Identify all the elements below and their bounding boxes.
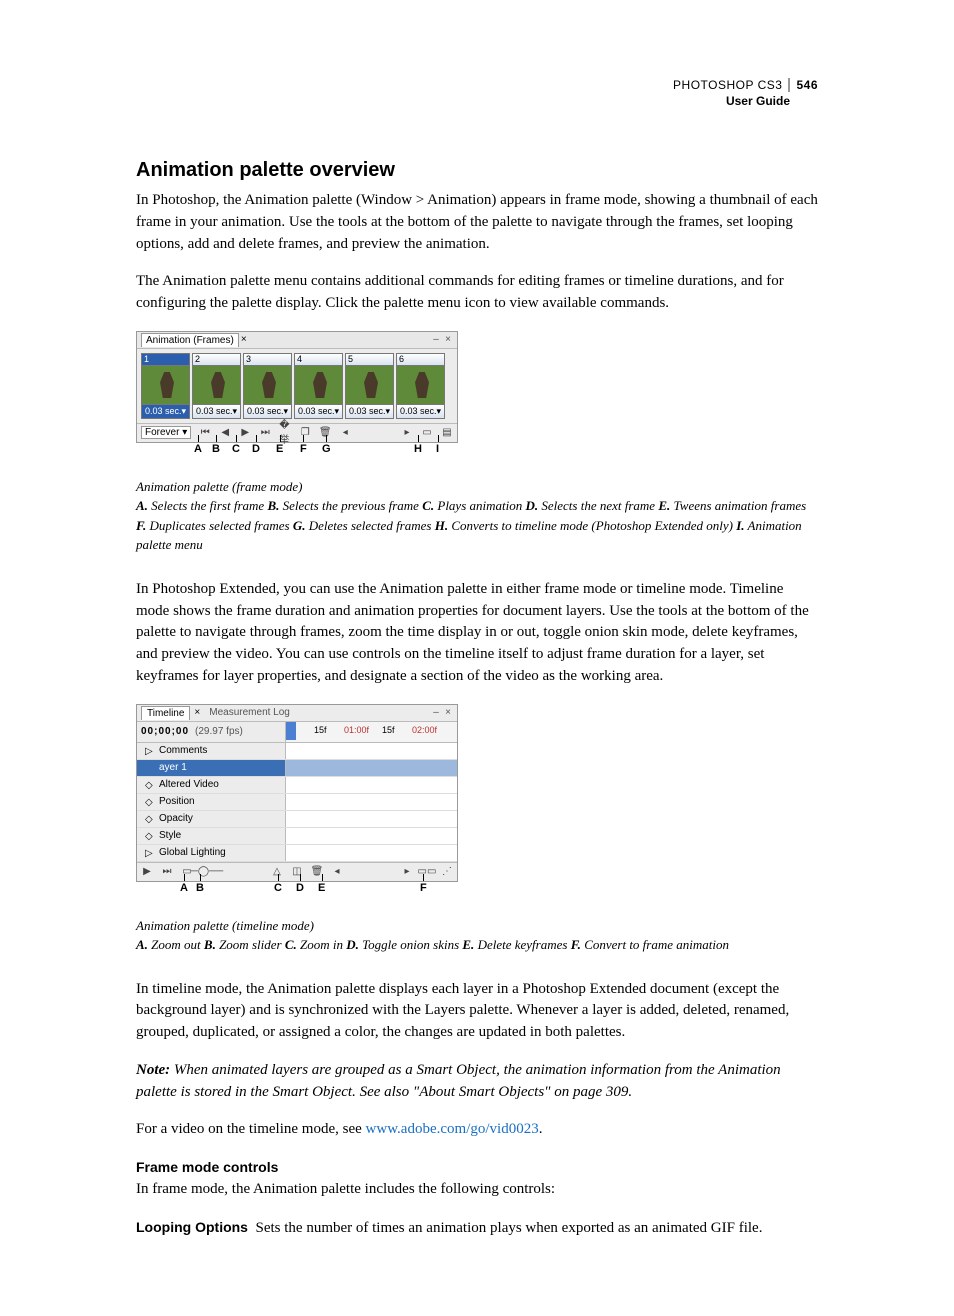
body-text: In Photoshop, the Animation palette (Win… <box>136 190 818 255</box>
first-frame-icon[interactable]: ⏮ <box>199 427 211 439</box>
close-icon[interactable]: × <box>241 334 247 345</box>
body-text: In Photoshop Extended, you can use the A… <box>136 579 818 688</box>
body-text: The Animation palette menu contains addi… <box>136 271 818 315</box>
close-icon[interactable]: × <box>443 335 453 345</box>
play-icon[interactable]: ▶ <box>239 427 251 439</box>
looping-select[interactable]: Forever ▾ <box>141 426 191 439</box>
body-text: For a video on the timeline mode, see ww… <box>136 1119 818 1141</box>
play-icon[interactable]: ▶ <box>141 866 153 878</box>
timeline-tab[interactable]: Timeline <box>141 706 190 720</box>
timecode: 00;00;00 <box>141 726 189 737</box>
palette-menu-icon[interactable]: ▤ <box>441 427 453 439</box>
minimize-icon[interactable]: – <box>431 335 441 345</box>
palette-tab[interactable]: Animation (Frames) <box>141 333 239 347</box>
tween-icon[interactable]: �举 <box>279 427 291 439</box>
scroll-left-icon[interactable]: ◂ <box>339 427 351 439</box>
animation-frame[interactable]: 20.03 sec.▾ <box>192 353 241 419</box>
timeline-row[interactable]: ▷Comments <box>137 743 457 760</box>
playhead-icon[interactable] <box>286 722 296 740</box>
page-title: Animation palette overview <box>136 159 818 182</box>
subsection-heading: Frame mode controls <box>136 1159 818 1175</box>
option-description: Looping Options Sets the number of times… <box>136 1217 818 1240</box>
body-text: In timeline mode, the Animation palette … <box>136 979 818 1044</box>
timeline-mode-icon[interactable]: ▭ <box>421 427 433 439</box>
onion-skin-icon[interactable]: ◫ <box>291 866 303 878</box>
video-link[interactable]: www.adobe.com/go/vid0023 <box>366 1121 539 1137</box>
minimize-icon[interactable]: – <box>431 708 441 718</box>
figure-callout-labels: A B C D E F G H I <box>136 443 456 471</box>
timeline-row[interactable]: ◇Altered Video <box>137 777 457 794</box>
page-header: PHOTOSHOP CS3546 User Guide <box>136 78 818 109</box>
resize-icon: ⋰ <box>441 866 453 878</box>
body-text: In frame mode, the Animation palette inc… <box>136 1179 818 1201</box>
timeline-row[interactable]: ayer 1 <box>137 760 457 777</box>
close-icon[interactable]: × <box>443 708 453 718</box>
animation-frame[interactable]: 40.03 sec.▾ <box>294 353 343 419</box>
duplicate-icon[interactable]: ❐ <box>299 427 311 439</box>
delete-icon[interactable]: 🗑 <box>319 427 331 439</box>
timeline-row[interactable]: ◇Position <box>137 794 457 811</box>
animation-palette-frame-figure: Animation (Frames)× –× 10.03 sec.▾20.03 … <box>136 331 458 443</box>
figure-caption: Animation palette (frame mode) A. Select… <box>136 477 818 555</box>
close-icon[interactable]: × <box>194 707 200 718</box>
animation-frame[interactable]: 10.03 sec.▾ <box>141 353 190 419</box>
figure-caption: Animation palette (timeline mode) A. Zoo… <box>136 916 818 955</box>
fps-label: (29.97 fps) <box>195 726 243 737</box>
note-text: Note: When animated layers are grouped a… <box>136 1060 818 1104</box>
scroll-left-icon[interactable]: ◂ <box>331 866 343 878</box>
timeline-row[interactable]: ▷Global Lighting <box>137 845 457 862</box>
scroll-right-icon[interactable]: ▸ <box>401 427 413 439</box>
figure-callout-labels: A B C D E F <box>136 882 456 910</box>
animation-frame[interactable]: 60.03 sec.▾ <box>396 353 445 419</box>
next-frame-icon[interactable]: ⏭ <box>259 427 271 439</box>
animation-frame[interactable]: 30.03 sec.▾ <box>243 353 292 419</box>
timeline-row[interactable]: ◇Style <box>137 828 457 845</box>
animation-frame[interactable]: 50.03 sec.▾ <box>345 353 394 419</box>
time-ruler[interactable]: 15f 01:00f 15f 02:00f <box>286 722 457 742</box>
timeline-row[interactable]: ◇Opacity <box>137 811 457 828</box>
zoom-slider[interactable]: ─◯── <box>201 866 213 878</box>
scroll-right-icon[interactable]: ▸ <box>401 866 413 878</box>
animation-palette-timeline-figure: Timeline × Measurement Log –× 00;00;00(2… <box>136 704 458 882</box>
next-frame-icon[interactable]: ⏭ <box>161 866 173 878</box>
measurement-log-tab[interactable]: Measurement Log <box>204 706 295 719</box>
prev-frame-icon[interactable]: ◀ <box>219 427 231 439</box>
